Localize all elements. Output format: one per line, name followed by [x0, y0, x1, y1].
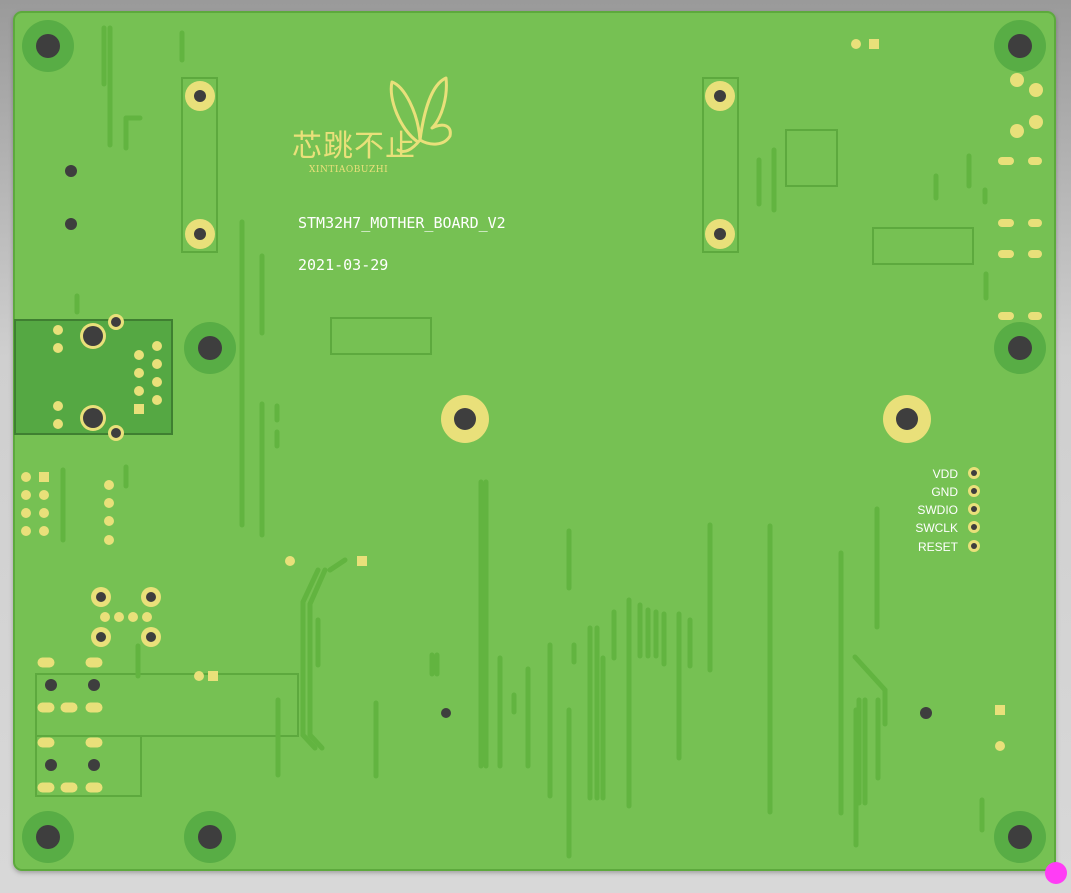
logo-english: XINTIAOBUZHI — [309, 165, 388, 175]
mounting-hole — [994, 811, 1046, 863]
mounting-hole — [184, 811, 236, 863]
origin-marker — [1045, 862, 1067, 884]
swd-label-reset: RESET — [918, 540, 959, 554]
board-date: 2021-03-29 — [298, 256, 388, 274]
mounting-hole — [994, 20, 1046, 72]
mounting-hole — [22, 20, 74, 72]
swd-label-swdio: SWDIO — [917, 503, 958, 517]
logo-chinese: 芯跳不止 — [292, 129, 416, 164]
swd-label-gnd: GND — [931, 485, 958, 499]
swd-label-vdd: VDD — [933, 467, 959, 481]
ethernet-jack — [14, 314, 173, 441]
pcb-view[interactable]: 芯跳不止 XINTIAOBUZHI STM32H7_MOTHER_BOARD_V… — [0, 0, 1071, 893]
mounting-hole — [22, 811, 74, 863]
board-name: STM32H7_MOTHER_BOARD_V2 — [298, 214, 506, 232]
mounting-hole — [184, 322, 236, 374]
mounting-hole — [994, 322, 1046, 374]
swd-label-swclk: SWCLK — [915, 521, 958, 535]
